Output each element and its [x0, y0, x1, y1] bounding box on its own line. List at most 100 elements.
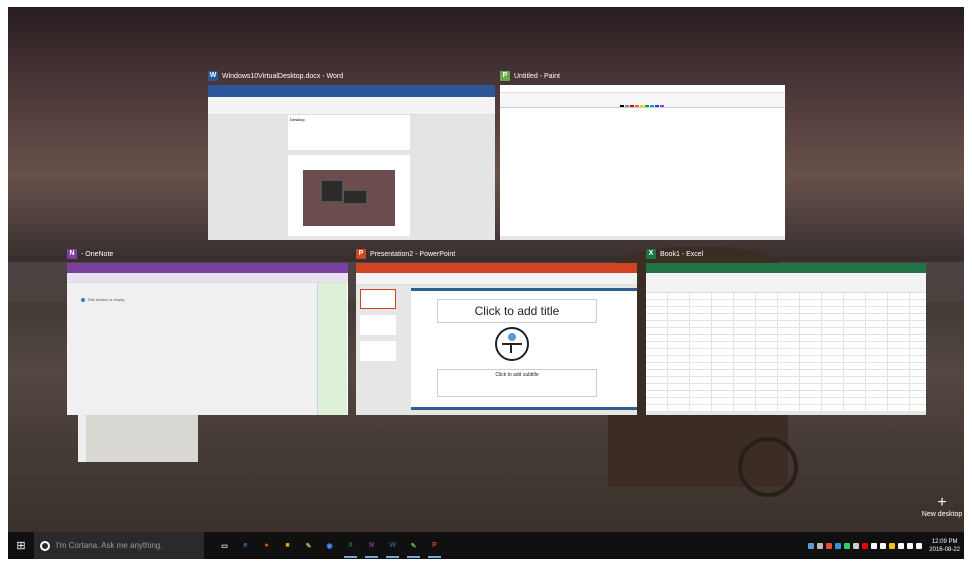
start-button[interactable]: ⊞	[8, 532, 34, 559]
tray-keyboard-icon[interactable]	[880, 542, 887, 549]
taskbar-clock[interactable]: 12:09 PM 2016-08-22	[929, 538, 960, 554]
excel-icon: X	[646, 249, 656, 259]
window-word-title-text: Windows10VirtualDesktop.docx - Word	[222, 72, 344, 80]
word-icon: W	[208, 71, 218, 81]
taskbar: ⊞ I'm Cortana. Ask me anything. ▭ e ● ■ ✎ ◉ X N…	[8, 532, 964, 559]
chrome-icon: ◉	[326, 542, 333, 550]
word-context-menu	[321, 180, 343, 202]
onenote-pages-pane	[317, 283, 347, 415]
taskbar-excel-button[interactable]: X	[340, 532, 361, 559]
word-statusbar	[208, 236, 495, 240]
wallpaper-wheel	[738, 437, 798, 497]
excel-grid[interactable]	[646, 293, 926, 413]
paint-icon: P	[500, 71, 510, 81]
window-word-title: W Windows10VirtualDesktop.docx - Word	[208, 69, 343, 83]
tray-security-icon[interactable]	[844, 542, 851, 549]
edge-icon: e	[243, 542, 248, 549]
taskbar-chrome-button[interactable]: ◉	[319, 532, 340, 559]
new-desktop-label: New desktop	[921, 511, 963, 518]
word-doc-heading: Desktop	[290, 117, 305, 122]
taskbar-pinned-apps: ▭ e ● ■ ✎ ◉ X N W ✎ P	[214, 532, 445, 559]
tray-app-icon[interactable]	[826, 542, 833, 549]
accessibility-icon	[495, 327, 529, 361]
powerpoint-icon: P	[356, 249, 366, 259]
slide-title-box[interactable]: Click to add title	[437, 299, 597, 323]
clock-time: 12:09 PM	[931, 538, 958, 545]
excel-statusbar	[646, 411, 926, 415]
taskbar-paint-button[interactable]: ✎	[403, 532, 424, 559]
window-paint[interactable]: P Untitled - Paint	[500, 71, 785, 240]
tray-battery-icon[interactable]	[871, 542, 878, 549]
powerpoint-slide: Click to add title Click to add subtitle	[411, 288, 637, 410]
window-excel[interactable]: X Book1 - Excel	[646, 249, 926, 415]
onenote-icon: N	[67, 249, 77, 259]
word-embedded-screenshot	[303, 170, 395, 226]
word-submenu	[343, 190, 367, 204]
tray-volume-icon[interactable]	[907, 542, 914, 549]
info-icon	[81, 297, 85, 302]
powerpoint-thumbnail[interactable]: Click to add title Click to add subtitle	[356, 263, 637, 415]
taskbar-file-explorer-button[interactable]: ■	[277, 532, 298, 559]
new-desktop-button[interactable]: + New desktop	[920, 494, 964, 519]
window-excel-title: X Book1 - Excel	[646, 247, 703, 261]
file-explorer-icon: ■	[285, 542, 290, 549]
tray-sync-icon[interactable]	[835, 542, 842, 549]
window-excel-title-text: Book1 - Excel	[660, 250, 704, 258]
clock-date: 2016-08-22	[929, 546, 960, 553]
tray-display-icon[interactable]	[898, 542, 905, 549]
excel-thumbnail[interactable]	[646, 263, 926, 415]
slide-thumb-2[interactable]	[360, 315, 396, 335]
window-onenote-title: N - OneNote	[67, 247, 113, 261]
onenote-section-tabs	[67, 273, 348, 283]
powerpoint-icon: P	[432, 542, 437, 549]
plus-icon: +	[937, 494, 947, 511]
system-tray: 12:09 PM 2016-08-22	[808, 532, 964, 559]
paint-menu-bar	[500, 85, 785, 93]
word-ribbon	[208, 85, 495, 97]
excel-icon: X	[348, 542, 353, 549]
paint-thumbnail[interactable]	[500, 85, 785, 240]
tray-network-icon[interactable]	[808, 542, 815, 549]
tray-chrome-icon[interactable]	[889, 542, 896, 549]
taskbar-firefox-button[interactable]: ●	[256, 532, 277, 559]
powerpoint-toolbar	[356, 273, 637, 285]
paint-canvas[interactable]	[500, 107, 785, 237]
slide-subtitle-box[interactable]: Click to add subtitle	[437, 369, 597, 397]
onenote-note: This section is empty.	[81, 297, 125, 302]
window-powerpoint-title-text: Presentation2 - PowerPoint	[370, 250, 456, 258]
powerpoint-ribbon	[356, 263, 637, 273]
window-onenote-title-text: - OneNote	[81, 250, 114, 258]
taskbar-word-button[interactable]: W	[382, 532, 403, 559]
onenote-ribbon	[67, 263, 348, 273]
tray-cloud-icon[interactable]	[817, 542, 824, 549]
onenote-icon: N	[368, 542, 375, 549]
slide-thumb-1[interactable]	[360, 289, 396, 309]
taskbar-edge-button[interactable]: e	[235, 532, 256, 559]
onenote-page-area: This section is empty.	[67, 283, 317, 415]
slide-thumb-3[interactable]	[360, 341, 396, 361]
word-thumbnail[interactable]: Desktop	[208, 85, 495, 240]
window-powerpoint-title: P Presentation2 - PowerPoint	[356, 247, 455, 261]
word-page-1: Desktop	[288, 115, 410, 150]
paint-color-palette	[500, 93, 785, 109]
paint-icon: ✎	[410, 542, 417, 550]
taskbar-paint-pinned-button[interactable]: ✎	[298, 532, 319, 559]
paint-statusbar	[500, 236, 785, 240]
window-word[interactable]: W Windows10VirtualDesktop.docx - Word De…	[208, 71, 495, 240]
window-onenote[interactable]: N - OneNote This section is empty.	[67, 249, 348, 415]
tray-notification-icon[interactable]	[916, 542, 923, 549]
taskbar-onenote-button[interactable]: N	[361, 532, 382, 559]
tray-onedrive-icon[interactable]	[853, 542, 860, 549]
cortana-placeholder: I'm Cortana. Ask me anything.	[56, 541, 163, 550]
window-paint-title: P Untitled - Paint	[500, 69, 560, 83]
excel-ribbon	[646, 263, 926, 273]
taskbar-powerpoint-button[interactable]: P	[424, 532, 445, 559]
onenote-note-text: This section is empty.	[87, 297, 126, 302]
onenote-thumbnail[interactable]: This section is empty.	[67, 263, 348, 415]
excel-toolbar	[646, 273, 926, 293]
taskbar-task-view-button[interactable]: ▭	[214, 532, 235, 559]
cortana-search-box[interactable]: I'm Cortana. Ask me anything.	[34, 532, 204, 559]
window-powerpoint[interactable]: P Presentation2 - PowerPoint Click to ad…	[356, 249, 637, 415]
tray-antivirus-icon[interactable]	[862, 542, 869, 549]
firefox-icon: ●	[264, 542, 269, 549]
